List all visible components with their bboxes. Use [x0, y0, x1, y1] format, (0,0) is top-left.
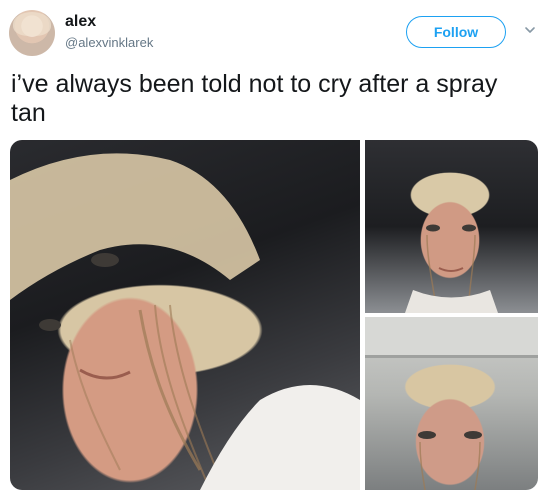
avatar[interactable] [9, 10, 55, 56]
media-grid [10, 140, 538, 490]
author-handle[interactable]: @alexvinklarek [65, 35, 153, 51]
photo-top-right[interactable] [365, 140, 538, 313]
author-name[interactable]: alex [65, 13, 96, 31]
photo-main[interactable] [10, 140, 360, 490]
photo-bottom-right[interactable] [365, 317, 538, 490]
chevron-down-icon[interactable] [523, 23, 537, 37]
photo-main-image [10, 153, 360, 490]
tweet-text: i’ve always been told not to cry after a… [11, 70, 498, 127]
follow-button[interactable]: Follow [406, 16, 506, 48]
tweet-card: alex @alexvinklarek Follow i’ve always b… [0, 0, 550, 501]
photo-top-right-image [405, 224, 498, 313]
photo-bottom-right-image [365, 317, 538, 490]
